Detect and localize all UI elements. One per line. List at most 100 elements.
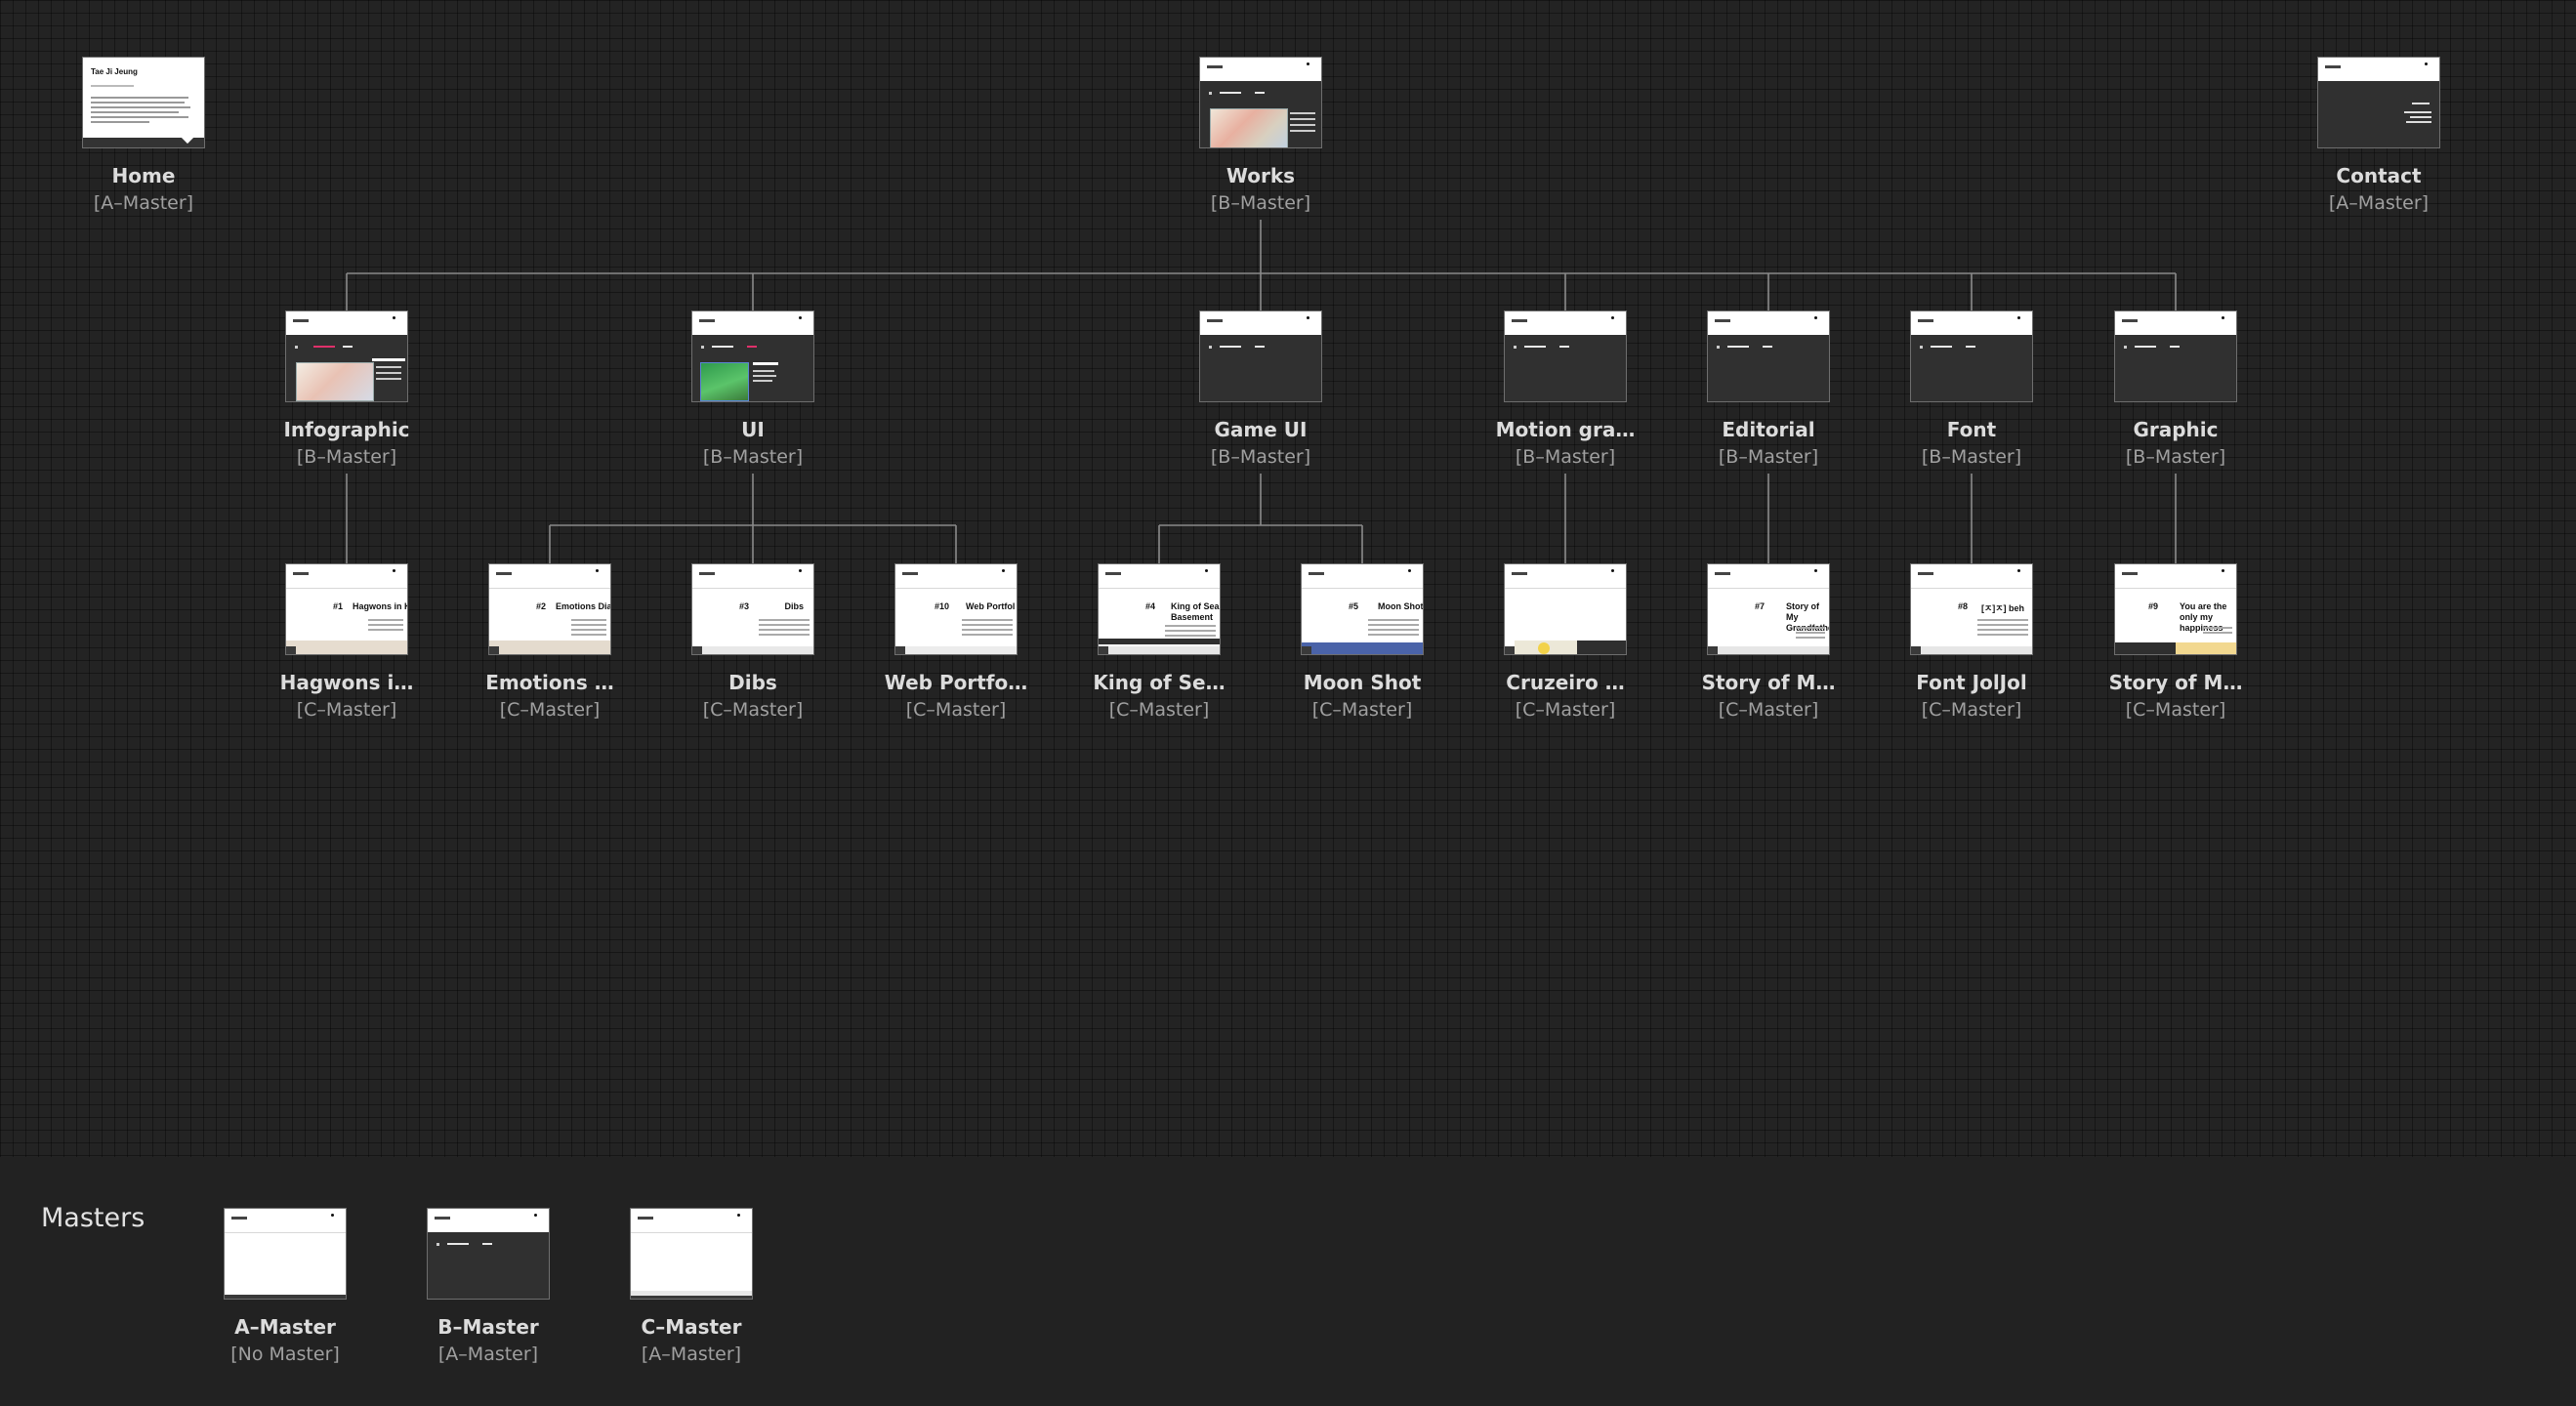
thumb-project-number: #4 (1145, 601, 1156, 611)
master-parent-label: [No Master] (230, 1344, 340, 1365)
page-node-story-of-my-happiness[interactable]: #9 You are the only my happiness Story o… (2109, 563, 2242, 721)
master-title: A–Master (234, 1315, 336, 1339)
page-master-label: [C–Master] (905, 699, 1007, 721)
page-thumbnail[interactable] (1199, 310, 1322, 402)
page-master-label: [B–Master] (1515, 446, 1616, 468)
page-title: Home (111, 164, 176, 187)
page-node-game-ui[interactable]: Game UI [B–Master] (1199, 310, 1322, 468)
page-master-label: [B–Master] (1210, 446, 1311, 468)
page-title: Emotions … (485, 671, 614, 694)
thumb-project-number: #7 (1755, 601, 1766, 611)
thumb-project-heading: Emotions Dia (556, 601, 610, 611)
page-master-label: [C–Master] (296, 699, 397, 721)
page-thumbnail[interactable] (691, 310, 814, 402)
page-title: Contact (2336, 164, 2422, 187)
page-master-label: [B–Master] (1210, 192, 1311, 214)
master-title: C–Master (641, 1315, 742, 1339)
page-title: Story of M… (2108, 671, 2243, 694)
master-thumbnail[interactable] (427, 1208, 550, 1300)
page-thumbnail[interactable]: #2 Emotions Dia (488, 563, 611, 655)
page-node-emotions[interactable]: #2 Emotions Dia Emotions … [C–Master] (485, 563, 614, 721)
master-thumbnail[interactable] (630, 1208, 753, 1300)
thumb-project-heading: [ㅈ]ㅈ] beh (1981, 603, 2025, 613)
page-title: Font (1946, 418, 1997, 441)
thumb-project-heading: Web Portfol (966, 601, 1016, 611)
thumb-project-heading: Hagwons in Ko (353, 601, 407, 611)
page-thumbnail[interactable] (2317, 57, 2440, 148)
page-thumbnail[interactable]: #8 [ㅈ]ㅈ] beh (1910, 563, 2033, 655)
page-thumbnail[interactable]: Tae Ji Jeung (82, 57, 205, 148)
page-node-graphic[interactable]: Graphic [B–Master] (2114, 310, 2237, 468)
page-thumbnail[interactable] (285, 310, 408, 402)
thumb-project-number: #5 (1349, 601, 1359, 611)
page-master-label: [A–Master] (2328, 192, 2430, 214)
page-node-infographic[interactable]: Infographic [B–Master] (283, 310, 410, 468)
master-node-c[interactable]: C–Master [A–Master] (630, 1208, 753, 1365)
page-master-label: [C–Master] (702, 699, 804, 721)
thumb-project-heading: Dibs (784, 601, 804, 611)
page-master-label: [A–Master] (93, 192, 194, 214)
thumb-project-number: #9 (2148, 601, 2159, 611)
page-master-label: [B–Master] (296, 446, 397, 468)
page-title: Story of M… (1701, 671, 1836, 694)
master-parent-label: [A–Master] (437, 1344, 539, 1365)
page-thumbnail[interactable]: #7 Story of My Grandfather (1707, 563, 1830, 655)
thumb-project-number: #2 (536, 601, 547, 611)
page-thumbnail[interactable]: #4 King of Sea Basement (1098, 563, 1221, 655)
page-thumbnail[interactable]: #9 You are the only my happiness (2114, 563, 2237, 655)
page-node-home[interactable]: Tae Ji Jeung Home [A–Master] (82, 57, 205, 214)
page-master-label: [C–Master] (1311, 699, 1413, 721)
page-thumbnail[interactable]: #1 Hagwons in Ko (285, 563, 408, 655)
master-node-a[interactable]: A–Master [No Master] (224, 1208, 347, 1365)
page-title: Dibs (728, 671, 777, 694)
page-node-font[interactable]: Font [B–Master] (1910, 310, 2033, 468)
page-title: Cruzeiro … (1506, 671, 1625, 694)
page-node-contact[interactable]: Contact [A–Master] (2317, 57, 2440, 214)
page-title: Game UI (1214, 418, 1308, 441)
sitemap-canvas: Tae Ji Jeung Home [A–Master] Works [B–Ma… (0, 0, 2576, 1157)
page-thumbnail[interactable] (1504, 310, 1627, 402)
page-thumbnail[interactable] (1910, 310, 2033, 402)
page-thumbnail[interactable] (1199, 57, 1322, 148)
page-node-dibs[interactable]: #3 Dibs Dibs [C–Master] (691, 563, 814, 721)
page-thumbnail[interactable] (1504, 563, 1627, 655)
master-thumbnail[interactable] (224, 1208, 347, 1300)
page-node-web-portfolio[interactable]: #10 Web Portfol Web Portfo… [C–Master] (885, 563, 1027, 721)
master-parent-label: [A–Master] (641, 1344, 742, 1365)
master-title: B–Master (437, 1315, 539, 1339)
thumb-project-heading: Moon Shot (1378, 601, 1423, 611)
page-node-font-joljol[interactable]: #8 [ㅈ]ㅈ] beh Font JolJol [C–Master] (1910, 563, 2033, 721)
page-node-king-of-sea[interactable]: #4 King of Sea Basement King of Se… [C–M… (1093, 563, 1226, 721)
page-node-moon-shot[interactable]: #5 Moon Shot Moon Shot [C–Master] (1301, 563, 1424, 721)
page-title: Graphic (2133, 418, 2219, 441)
thumb-project-number: #10 (935, 601, 950, 611)
page-title: Motion gra… (1495, 418, 1636, 441)
page-title: Font JolJol (1916, 671, 2027, 694)
page-node-editorial[interactable]: Editorial [B–Master] (1707, 310, 1830, 468)
page-title: Works (1226, 164, 1296, 187)
page-master-label: [C–Master] (1108, 699, 1210, 721)
page-node-hagwons[interactable]: #1 Hagwons in Ko Hagwons i… [C–Master] (280, 563, 413, 721)
master-node-b[interactable]: B–Master [A–Master] (427, 1208, 550, 1365)
page-title: Infographic (283, 418, 410, 441)
page-thumbnail[interactable]: #10 Web Portfol (894, 563, 1018, 655)
page-node-ui[interactable]: UI [B–Master] (691, 310, 814, 468)
page-thumbnail[interactable] (1707, 310, 1830, 402)
page-title: Hagwons i… (279, 671, 414, 694)
page-node-cruzeiro[interactable]: Cruzeiro … [C–Master] (1504, 563, 1627, 721)
page-master-label: [C–Master] (1718, 699, 1819, 721)
page-master-label: [C–Master] (499, 699, 601, 721)
page-title: Web Portfo… (884, 671, 1028, 694)
page-thumbnail[interactable]: #3 Dibs (691, 563, 814, 655)
page-title: King of Se… (1093, 671, 1226, 694)
page-title: UI (741, 418, 765, 441)
page-thumbnail[interactable]: #5 Moon Shot (1301, 563, 1424, 655)
page-thumbnail[interactable] (2114, 310, 2237, 402)
page-master-label: [B–Master] (1921, 446, 2022, 468)
thumb-project-number: #1 (333, 601, 344, 611)
thumb-project-heading: King of Sea Basement (1171, 601, 1220, 622)
page-node-story-of-my-grandfather[interactable]: #7 Story of My Grandfather Story of M… [… (1702, 563, 1835, 721)
page-master-label: [B–Master] (2125, 446, 2226, 468)
page-node-works[interactable]: Works [B–Master] (1199, 57, 1322, 214)
page-node-motion-graphic[interactable]: Motion gra… [B–Master] (1496, 310, 1635, 468)
